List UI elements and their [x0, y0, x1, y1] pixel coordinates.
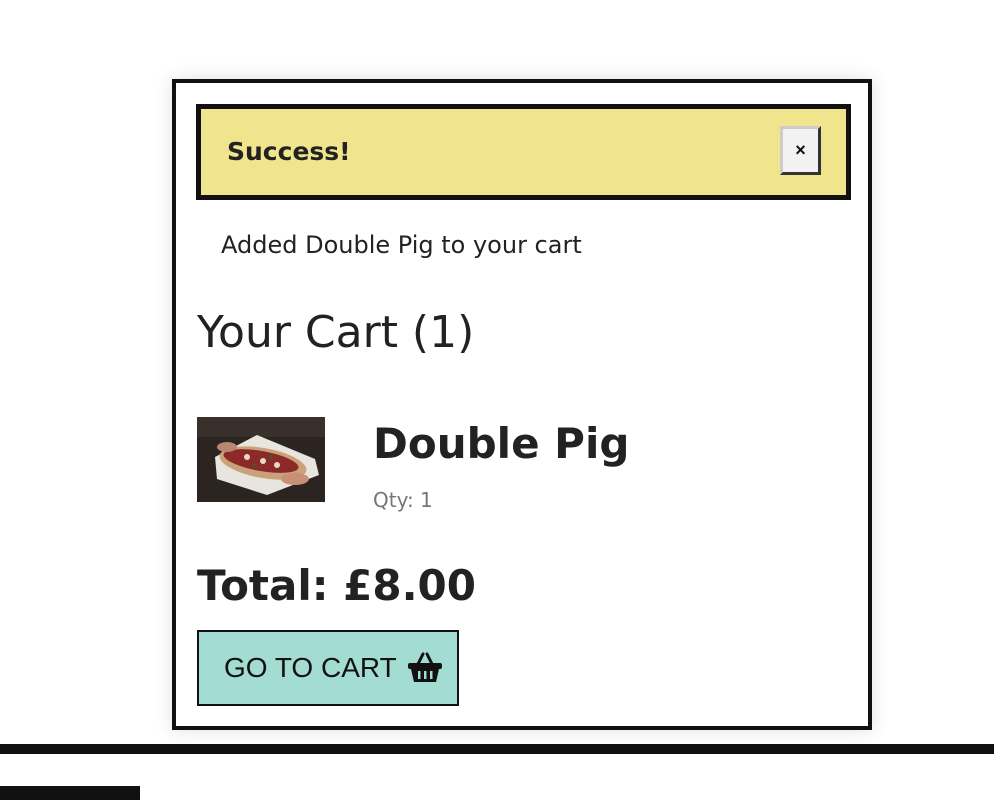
close-icon: × — [795, 140, 806, 160]
item-thumbnail[interactable] — [197, 417, 325, 502]
hotdog-photo — [197, 417, 325, 502]
item-name[interactable]: Double Pig — [373, 419, 629, 468]
success-alert: Success! × — [196, 104, 851, 200]
basket-icon — [407, 652, 442, 682]
alert-title: Success! — [227, 137, 351, 166]
item-quantity: Qty: 1 — [373, 488, 433, 512]
alert-message: Added Double Pig to your cart — [221, 231, 582, 259]
footer-block — [0, 786, 140, 800]
cart-popup: Success! × Added Double Pig to your cart… — [172, 79, 872, 730]
cart-total: Total: £8.00 — [197, 561, 477, 610]
go-to-cart-button[interactable]: GO TO CART — [197, 630, 459, 706]
footer-divider — [0, 744, 994, 754]
page: Success! × Added Double Pig to your cart… — [0, 0, 994, 800]
go-to-cart-label: GO TO CART — [224, 652, 397, 683]
cart-heading: Your Cart (1) — [197, 307, 475, 358]
close-button[interactable]: × — [780, 126, 821, 175]
